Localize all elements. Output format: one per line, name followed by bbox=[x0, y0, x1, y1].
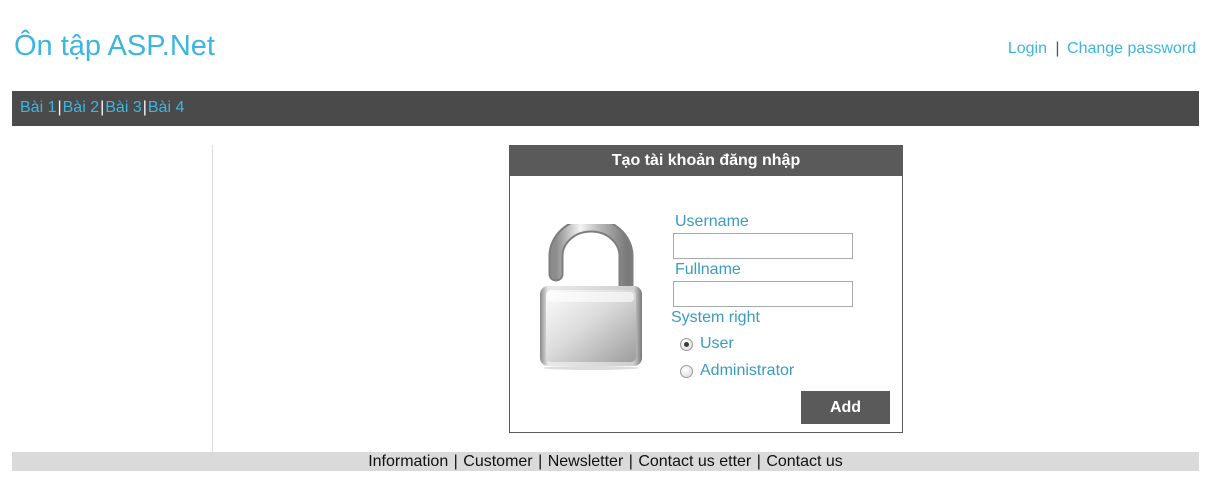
nav-item-bai-3[interactable]: Bài 3 bbox=[105, 99, 141, 116]
footer-links: Information | Customer | Newsletter | Co… bbox=[12, 452, 1199, 471]
account-links: Login | Change password bbox=[1008, 40, 1196, 58]
radio-user[interactable]: User bbox=[680, 335, 734, 353]
footer-link-information[interactable]: Information bbox=[368, 453, 448, 470]
radio-button[interactable] bbox=[680, 364, 693, 378]
nav-item-bai-1[interactable]: Bài 1 bbox=[20, 99, 56, 116]
footer-separator: | bbox=[533, 453, 547, 470]
add-button[interactable]: Add bbox=[801, 391, 890, 424]
footer-link-contact-us[interactable]: Contact us bbox=[766, 453, 842, 470]
nav-separator: | bbox=[100, 99, 105, 116]
sidebar-divider bbox=[212, 145, 213, 452]
footer-link-contact-us-etter[interactable]: Contact us etter bbox=[638, 453, 751, 470]
radio-administrator-label[interactable]: Administrator bbox=[700, 362, 794, 380]
radio-administrator[interactable]: Administrator bbox=[680, 362, 794, 380]
username-label: Username bbox=[675, 213, 749, 230]
panel-title: Tạo tài khoản đăng nhập bbox=[510, 146, 902, 176]
username-input[interactable] bbox=[673, 233, 853, 259]
footer-link-newsletter[interactable]: Newsletter bbox=[548, 453, 624, 470]
main-nav: Bài 1|Bài 2|Bài 3|Bài 4 bbox=[12, 91, 1199, 126]
site-title: Ôn tập ASP.Net bbox=[14, 30, 215, 62]
radio-user-label[interactable]: User bbox=[700, 335, 734, 353]
system-right-label: System right bbox=[671, 309, 760, 326]
fullname-input[interactable] bbox=[673, 281, 853, 307]
footer-link-customer[interactable]: Customer bbox=[463, 453, 532, 470]
nav-separator: | bbox=[142, 99, 147, 116]
link-separator: | bbox=[1055, 40, 1060, 57]
nav-item-bai-2[interactable]: Bài 2 bbox=[63, 99, 99, 116]
nav-separator: | bbox=[57, 99, 62, 116]
nav-item-bai-4[interactable]: Bài 4 bbox=[148, 99, 184, 116]
footer-separator: | bbox=[752, 453, 766, 470]
change-password-link[interactable]: Change password bbox=[1067, 40, 1196, 57]
open-padlock-icon bbox=[540, 224, 642, 370]
create-account-panel: Tạo tài khoản đăng nhập Username Fullnam… bbox=[509, 145, 903, 433]
login-link[interactable]: Login bbox=[1008, 40, 1047, 57]
footer-separator: | bbox=[449, 453, 463, 470]
footer-separator: | bbox=[624, 453, 638, 470]
fullname-label: Fullname bbox=[675, 261, 741, 278]
radio-button-checked[interactable] bbox=[680, 337, 693, 351]
